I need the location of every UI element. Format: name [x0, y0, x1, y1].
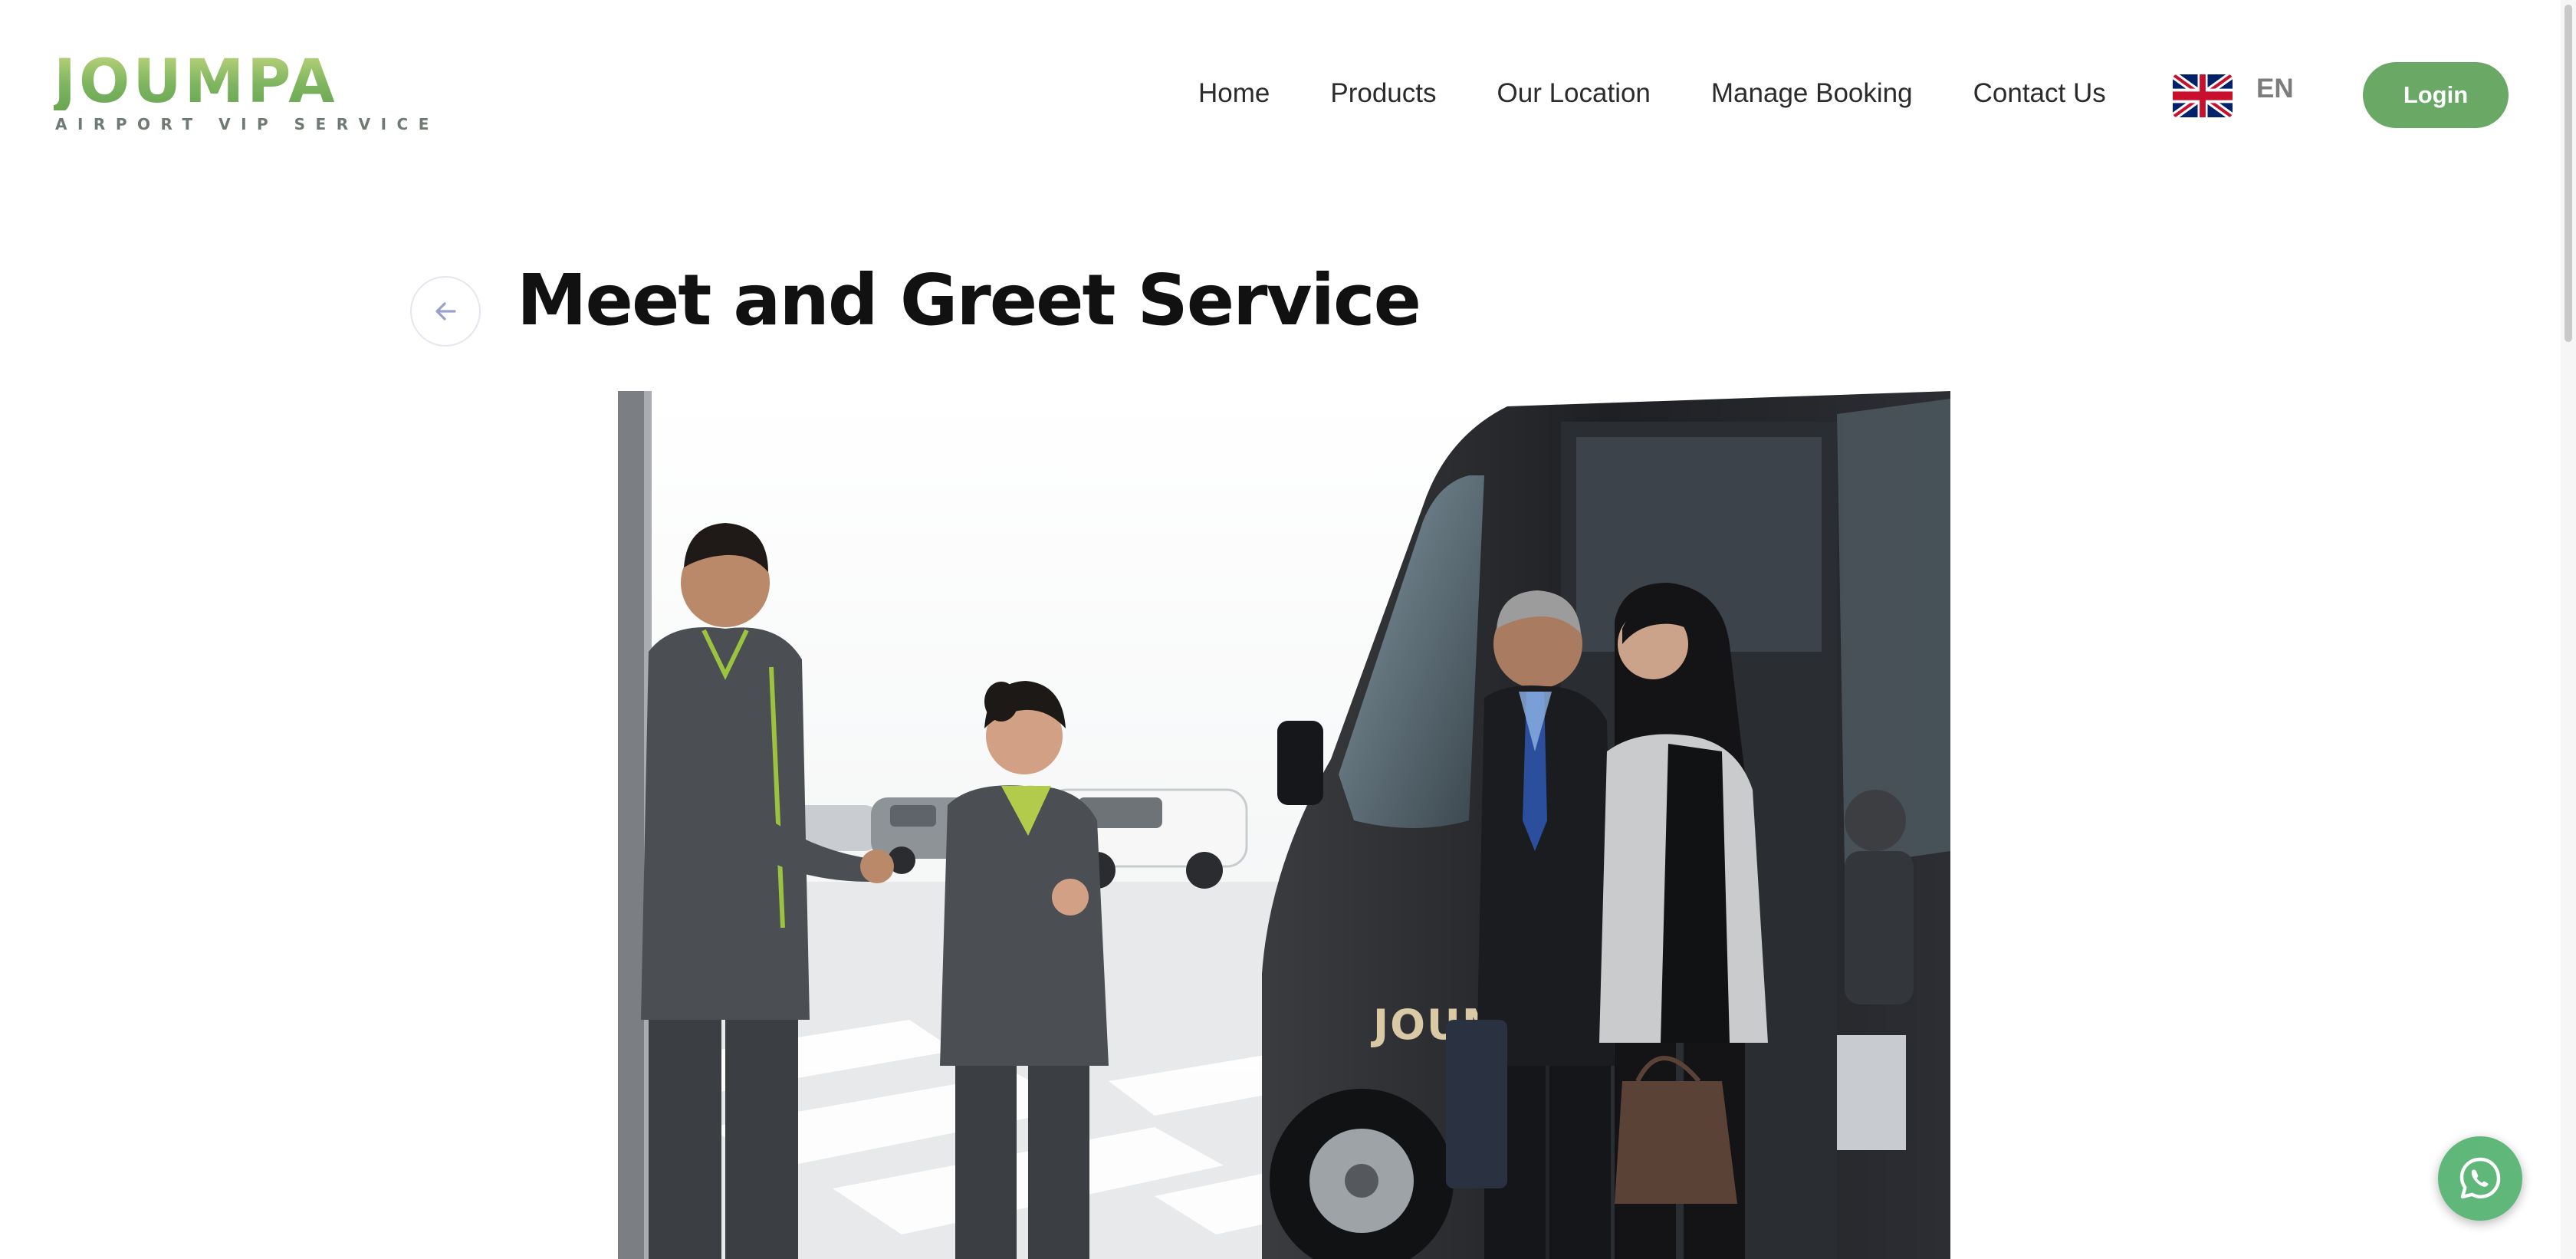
site-logo[interactable]: JOUMPA AIRPORT VIP SERVICE	[54, 48, 439, 133]
login-button[interactable]: Login	[2363, 62, 2509, 128]
site-header: JOUMPA AIRPORT VIP SERVICE Home Products…	[0, 0, 2561, 189]
scroll-thumb[interactable]	[2564, 5, 2572, 342]
language-code[interactable]: EN	[2256, 74, 2294, 104]
main-nav: Home Products Our Location Manage Bookin…	[1198, 71, 2106, 117]
whatsapp-icon	[2459, 1157, 2501, 1199]
whatsapp-button[interactable]	[2438, 1136, 2522, 1221]
arrow-left-icon	[435, 302, 456, 321]
hero-image: JOUMPA	[618, 391, 1950, 1259]
nav-products[interactable]: Products	[1330, 78, 1436, 109]
page-title: Meet and Greet Service	[517, 259, 1421, 341]
back-button[interactable]	[410, 276, 481, 347]
nav-manage-booking[interactable]: Manage Booking	[1711, 78, 1913, 109]
nav-our-location[interactable]: Our Location	[1497, 78, 1651, 109]
nav-contact-us[interactable]: Contact Us	[1973, 78, 2106, 109]
page-scrollbar[interactable]	[2561, 0, 2576, 1259]
uk-flag-icon[interactable]	[2173, 74, 2233, 117]
logo-wordmark: JOUMPA	[54, 48, 338, 117]
logo-tagline: AIRPORT VIP SERVICE	[55, 115, 439, 133]
page: JOUMPA AIRPORT VIP SERVICE Home Products…	[0, 0, 2576, 1259]
nav-home[interactable]: Home	[1198, 78, 1270, 109]
